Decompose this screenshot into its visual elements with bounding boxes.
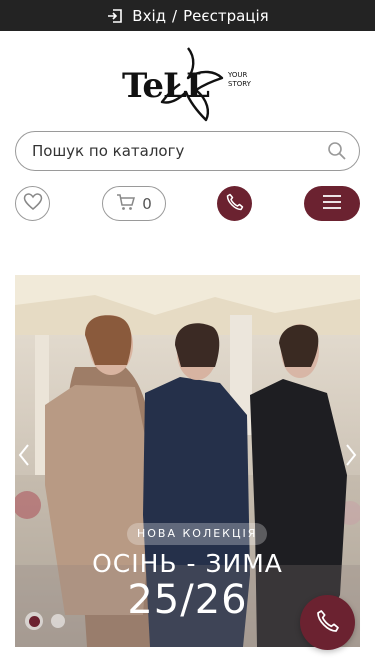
heart-icon <box>23 192 43 215</box>
search-bar <box>15 131 360 171</box>
phone-icon <box>316 609 340 637</box>
collection-badge: НОВА КОЛЕКЦІЯ <box>127 523 268 545</box>
brand-logo[interactable]: TeLL YOUR STORY <box>118 38 258 126</box>
slider-pagination <box>25 612 65 630</box>
cart-icon <box>116 193 136 215</box>
cart-count: 0 <box>142 194 152 213</box>
search-input[interactable] <box>32 142 327 160</box>
slide-dot-1[interactable] <box>25 612 43 630</box>
hero-banner[interactable]: НОВА КОЛЕКЦІЯ ОСІНЬ - ЗИМА 25/26 <box>15 275 360 647</box>
season-title: ОСІНЬ - ЗИМА <box>92 549 283 578</box>
wishlist-button[interactable] <box>15 186 50 221</box>
tagline-line1: YOUR <box>228 71 248 79</box>
logo-tagline: YOUR STORY <box>228 71 251 89</box>
chevron-left-icon[interactable] <box>17 443 31 467</box>
menu-icon <box>322 194 342 213</box>
floating-call-button[interactable] <box>300 595 355 650</box>
menu-button[interactable] <box>304 186 360 221</box>
search-icon[interactable] <box>327 141 347 161</box>
phone-icon <box>226 193 244 215</box>
slide-dot-2[interactable] <box>51 614 65 628</box>
auth-separator: / <box>172 6 178 25</box>
auth-bar: Вхід / Реєстрація <box>0 0 375 31</box>
logo-wordmark: TeLL <box>122 66 210 106</box>
login-link[interactable]: Вхід <box>132 7 166 25</box>
register-link[interactable]: Реєстрація <box>183 7 269 25</box>
login-icon <box>106 7 124 25</box>
tagline-line2: STORY <box>228 80 251 88</box>
call-button[interactable] <box>217 186 252 221</box>
cart-button[interactable]: 0 <box>102 186 166 221</box>
chevron-right-icon[interactable] <box>344 443 358 467</box>
